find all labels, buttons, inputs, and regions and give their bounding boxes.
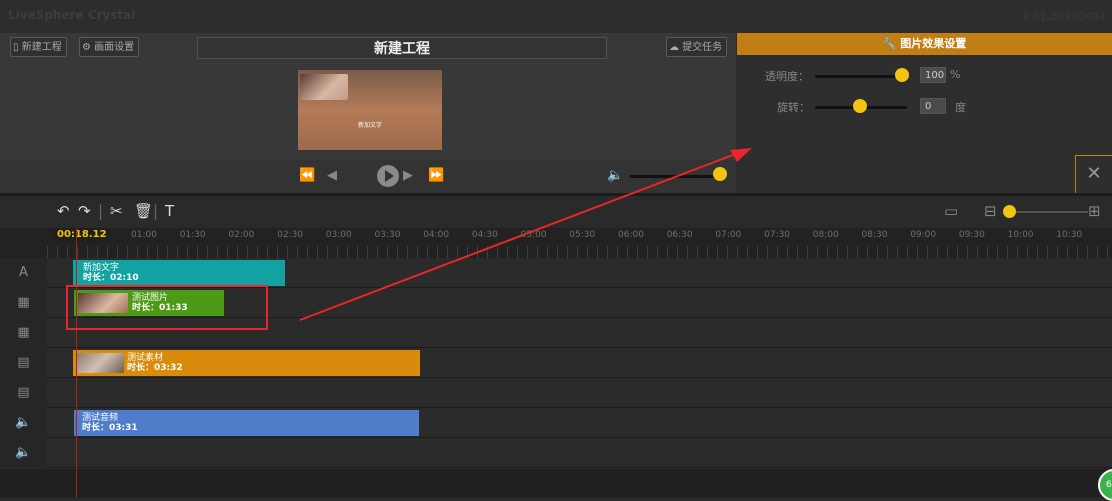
annotation-arrow-head — [730, 148, 752, 162]
annotation-arrow-line — [299, 152, 739, 321]
annotation-overlay — [66, 148, 752, 330]
annotation-box — [66, 285, 268, 330]
